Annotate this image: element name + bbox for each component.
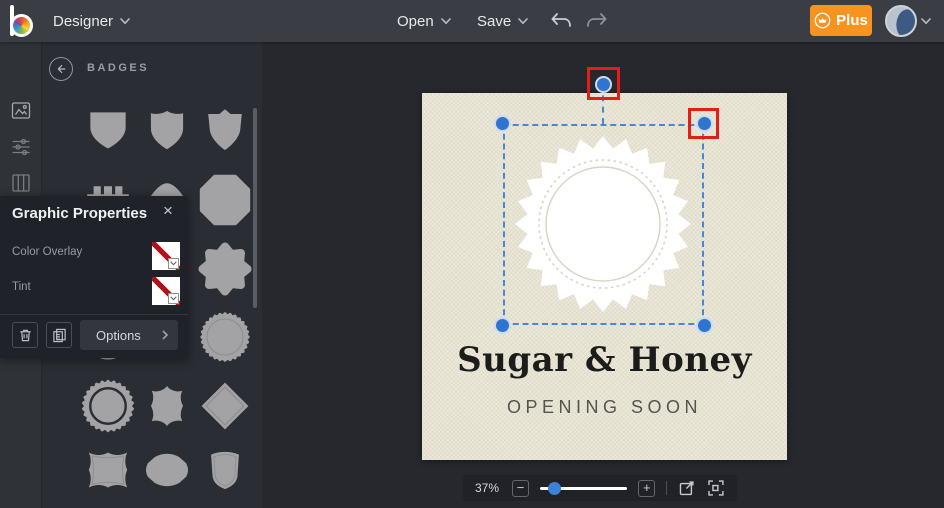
top-toolbar: Designer Open Save Plus bbox=[0, 0, 944, 42]
badge-shape-wavy-square[interactable] bbox=[83, 444, 133, 496]
avatar-chevron-down-icon[interactable] bbox=[921, 18, 931, 25]
avatar[interactable] bbox=[885, 5, 917, 37]
tint-label: Tint bbox=[12, 281, 31, 293]
design-subtitle-text[interactable]: OPENING SOON bbox=[422, 397, 787, 418]
redo-icon[interactable] bbox=[584, 10, 610, 32]
divider bbox=[666, 481, 668, 495]
badge-shape-flower-burst[interactable] bbox=[198, 241, 252, 297]
badge-shape-tall-shield[interactable] bbox=[203, 444, 247, 496]
swatch-dropdown[interactable] bbox=[168, 258, 179, 269]
chevron-down-icon bbox=[120, 17, 130, 24]
graphic-properties-panel: Graphic Properties × Color Overlay Tint bbox=[0, 196, 188, 358]
zoom-toolbar: 37% − + bbox=[463, 475, 737, 501]
zoom-slider-handle[interactable] bbox=[548, 481, 561, 495]
design-title-text[interactable]: Sugar & Honey bbox=[422, 340, 787, 380]
selection-handle-bottom-right[interactable] bbox=[696, 317, 713, 334]
badge-shape-diamond[interactable] bbox=[198, 379, 252, 433]
swatch-dropdown[interactable] bbox=[168, 293, 179, 304]
badges-panel-title: BADGES bbox=[87, 62, 150, 74]
back-arrow-icon bbox=[57, 64, 66, 74]
tint-swatch[interactable] bbox=[152, 277, 180, 305]
selection-bounding-box[interactable] bbox=[503, 124, 704, 325]
zoom-out-button[interactable]: − bbox=[512, 479, 529, 497]
plus-upgrade-button[interactable]: Plus bbox=[810, 5, 872, 36]
badge-shape-scalloped-seal[interactable] bbox=[198, 310, 252, 364]
selection-handle-bottom-left[interactable] bbox=[494, 317, 511, 334]
selection-handle-top-left[interactable] bbox=[494, 115, 511, 132]
chevron-down-icon bbox=[170, 261, 177, 266]
avatar-figure bbox=[892, 7, 915, 35]
app-menu-label: Designer bbox=[53, 12, 114, 30]
panel-scrollbar[interactable] bbox=[253, 108, 257, 308]
open-menu[interactable]: Open bbox=[397, 0, 451, 42]
designer-app: Designer Open Save Plus BADGES Graphic P… bbox=[0, 0, 944, 508]
color-overlay-swatch[interactable] bbox=[152, 242, 180, 270]
badge-shape-shield-notched[interactable] bbox=[201, 104, 249, 156]
badge-shape-ornate-frame[interactable] bbox=[143, 379, 191, 433]
befunky-logo[interactable] bbox=[10, 5, 37, 37]
divider bbox=[0, 314, 188, 315]
chevron-down-icon bbox=[170, 296, 177, 301]
delete-button[interactable] bbox=[12, 322, 38, 348]
graphics-library-icon[interactable] bbox=[11, 101, 31, 121]
zoom-in-button[interactable]: + bbox=[638, 479, 656, 497]
badge-shape-rounded-label[interactable] bbox=[141, 449, 193, 491]
zoom-level-label: 37% bbox=[475, 481, 500, 495]
resize-canvas-icon[interactable] bbox=[678, 479, 696, 497]
undo-icon[interactable] bbox=[548, 10, 574, 32]
chevron-down-icon bbox=[518, 17, 529, 24]
adjustments-icon[interactable] bbox=[11, 137, 31, 157]
color-overlay-label: Color Overlay bbox=[12, 246, 83, 258]
save-menu[interactable]: Save bbox=[477, 0, 529, 42]
badge-shape-octagon[interactable] bbox=[197, 172, 253, 228]
app-menu-designer[interactable]: Designer bbox=[53, 0, 130, 42]
duplicate-button[interactable] bbox=[46, 322, 72, 348]
badge-shape-shield-wavy[interactable] bbox=[144, 104, 190, 156]
chevron-right-icon bbox=[162, 330, 168, 340]
layout-columns-icon[interactable] bbox=[11, 173, 31, 193]
save-menu-label: Save bbox=[477, 12, 512, 30]
fit-screen-icon[interactable] bbox=[707, 479, 725, 497]
open-menu-label: Open bbox=[397, 12, 434, 30]
annotation-box-rotation-handle bbox=[587, 67, 620, 100]
badge-shape-shield-flat[interactable] bbox=[85, 105, 131, 155]
trash-icon bbox=[19, 329, 31, 341]
graphic-properties-header: Graphic Properties × bbox=[0, 196, 188, 232]
graphic-properties-title: Graphic Properties bbox=[12, 205, 148, 222]
logo-color-wheel bbox=[10, 14, 33, 37]
zoom-slider[interactable] bbox=[540, 481, 628, 495]
crown-icon bbox=[814, 12, 831, 29]
duplicate-icon bbox=[52, 328, 66, 342]
plus-label: Plus bbox=[836, 12, 868, 29]
back-button[interactable] bbox=[49, 57, 73, 81]
options-label: Options bbox=[96, 327, 141, 343]
canvas-area: Sugar & Honey OPENING SOON 37% − + bbox=[262, 42, 944, 508]
options-button[interactable]: Options bbox=[80, 320, 178, 350]
badge-shape-seal-ring[interactable] bbox=[80, 378, 136, 434]
chevron-down-icon bbox=[440, 17, 451, 24]
close-icon[interactable]: × bbox=[158, 201, 178, 221]
annotation-box-top-right-handle bbox=[688, 108, 719, 139]
